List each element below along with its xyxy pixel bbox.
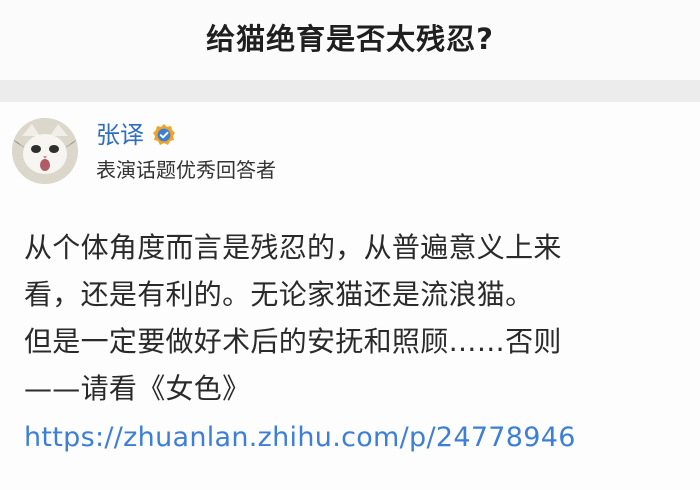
answer-line: ——请看《女色》 [24, 372, 251, 405]
answer-line: 但是一定要做好术后的安抚和照顾……否则 [24, 325, 562, 358]
verified-badge-icon [152, 123, 176, 147]
question-title[interactable]: 给猫绝育是否太残忍? [206, 16, 494, 58]
cat-avatar-icon[interactable] [12, 118, 78, 184]
author-name-row: 张译 [96, 120, 276, 150]
answer-link[interactable]: https://zhuanlan.zhihu.com/p/24778946 [24, 414, 684, 461]
question-header: 给猫绝育是否太残忍? [0, 0, 700, 80]
answer-body: 从个体角度而言是残忍的，从普遍意义上来 看，还是有利的。无论家猫还是流浪猫。 但… [24, 224, 684, 461]
section-divider [0, 80, 700, 102]
answer-line: 看，还是有利的。无论家猫还是流浪猫。 [24, 278, 534, 311]
author-info: 张译 表演话题优秀回答者 [96, 120, 276, 182]
author-name[interactable]: 张译 [96, 120, 144, 150]
author-title: 表演话题优秀回答者 [96, 158, 276, 182]
answer-card: 张译 表演话题优秀回答者 从个体角度而言是残忍的，从普遍意义上来 看，还是有利的… [0, 102, 700, 490]
author-row: 张译 表演话题优秀回答者 [12, 116, 276, 186]
answer-line: 从个体角度而言是残忍的，从普遍意义上来 [24, 231, 562, 264]
